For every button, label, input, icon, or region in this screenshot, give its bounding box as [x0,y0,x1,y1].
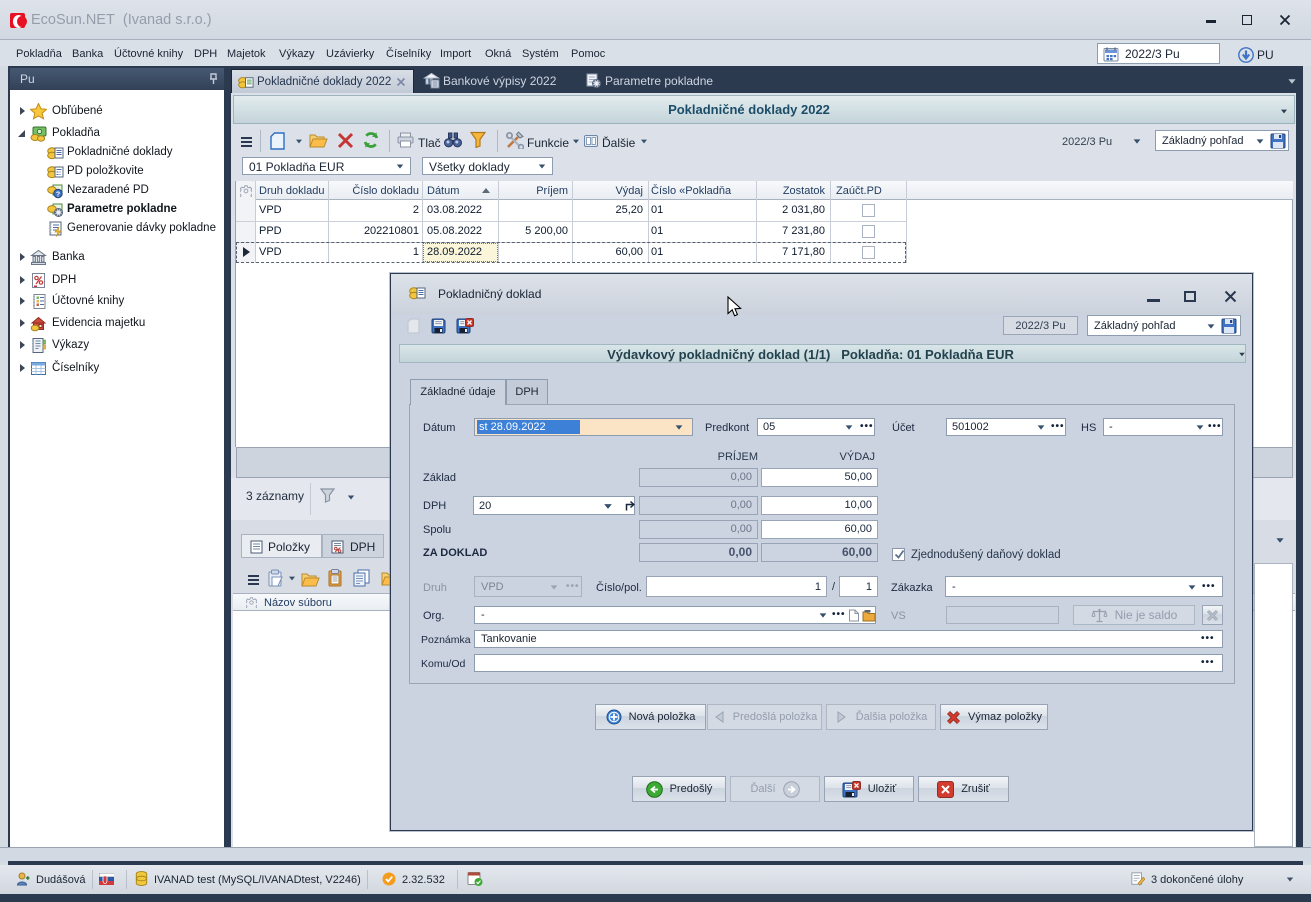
svg-text:?: ? [56,192,60,199]
